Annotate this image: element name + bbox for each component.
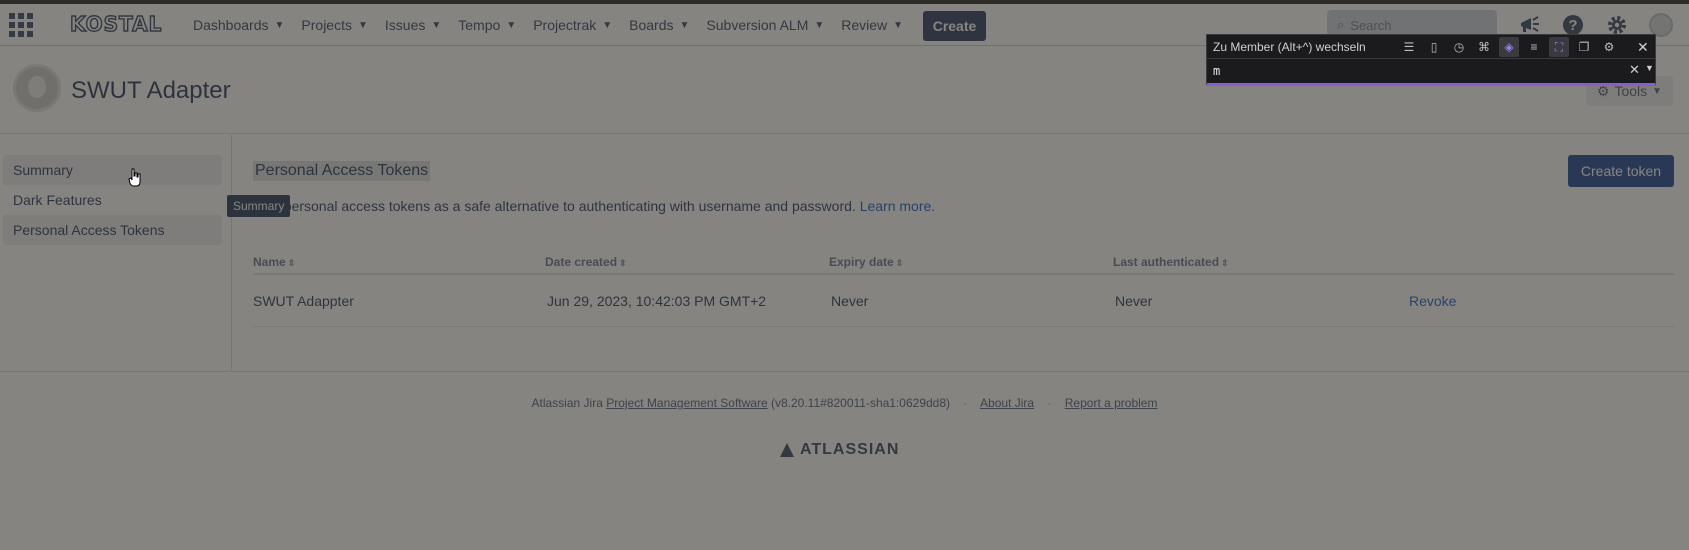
svg-text:?: ? xyxy=(1568,17,1577,34)
chevron-down-icon: ▼ xyxy=(814,19,825,31)
menu-subversion-alm[interactable]: Subversion ALM ▼ xyxy=(706,17,824,33)
chevron-down-icon: ▼ xyxy=(893,19,904,31)
menu-review[interactable]: Review ▼ xyxy=(841,17,903,33)
kostal-logo[interactable]: KOSTAL xyxy=(69,11,162,36)
search-icon: ⌕ xyxy=(1337,17,1345,32)
page-title: SWUT Adapter xyxy=(71,77,231,104)
align-icon[interactable]: ≡ xyxy=(1524,37,1544,57)
frame-icon[interactable]: ⛶ xyxy=(1549,37,1569,57)
sidebar: Summary Dark Features Personal Access To… xyxy=(0,135,232,371)
menu-boards[interactable]: Boards ▼ xyxy=(629,17,689,33)
table-row: SWUT Adappter Jun 29, 2023, 10:42:03 PM … xyxy=(253,277,1674,327)
chevron-down-icon: ▼ xyxy=(1652,85,1663,97)
menu-projectrak[interactable]: Projectrak ▼ xyxy=(533,17,612,33)
token-date-created: Jun 29, 2023, 10:42:03 PM GMT+2 xyxy=(547,293,767,309)
create-button[interactable]: Create xyxy=(923,11,986,41)
list-icon[interactable]: ☰ xyxy=(1399,37,1419,57)
learn-more-link[interactable]: Learn more. xyxy=(860,198,935,214)
token-expiry-date: Never xyxy=(831,293,869,309)
main-menu: Dashboards ▼ Projects ▼ Issues ▼ Tempo ▼ Pro… xyxy=(193,4,920,46)
menu-projects[interactable]: Projects ▼ xyxy=(301,17,367,33)
close-icon[interactable]: ✕ xyxy=(1637,39,1649,56)
column-header-date-created[interactable]: Date created ⇕ xyxy=(545,255,627,269)
create-token-button[interactable]: Create token xyxy=(1568,155,1674,187)
pms-link[interactable]: Project Management Software xyxy=(606,396,767,410)
separator: · xyxy=(963,396,968,410)
menu-projects-label: Projects xyxy=(301,17,352,33)
sidebar-item-label: Personal Access Tokens xyxy=(13,222,165,238)
report-problem-link[interactable]: Report a problem xyxy=(1065,396,1158,410)
atlassian-logo-icon xyxy=(780,443,794,457)
menu-projectrak-label: Projectrak xyxy=(533,17,597,33)
separator: · xyxy=(1047,396,1052,410)
tags-icon[interactable]: ⌘ xyxy=(1474,37,1494,57)
description-text: Use personal access tokens as a safe alt… xyxy=(255,198,856,214)
sort-icon: ⇕ xyxy=(1221,258,1229,268)
menu-tempo-label: Tempo xyxy=(458,17,501,33)
document-icon[interactable]: ▯ xyxy=(1424,37,1444,57)
menu-boards-label: Boards xyxy=(629,17,674,33)
sort-icon: ⇕ xyxy=(619,258,627,268)
app-switcher-icon[interactable] xyxy=(9,13,33,37)
chevron-down-icon: ▼ xyxy=(431,19,442,31)
footer-version: (v8.20.11#820011-sha1:0629dd8) xyxy=(770,396,951,410)
description: Use personal access tokens as a safe alt… xyxy=(255,198,935,214)
atlassian-brand: ATLASSIAN xyxy=(800,441,900,458)
extension-toolbar: ☰ ▯ ◷ ⌘ ◈ ≡ ⛶ ❐ ⚙ xyxy=(1399,37,1624,57)
menu-review-label: Review xyxy=(841,17,888,33)
about-jira-link[interactable]: About Jira xyxy=(980,396,1034,410)
project-avatar xyxy=(13,64,61,112)
extension-panel: Zu Member (Alt+^) wechseln ☰ ▯ ◷ ⌘ ◈ ≡ ⛶… xyxy=(1206,34,1656,86)
tooltip: Summary xyxy=(227,195,291,217)
footer: Atlassian Jira Project Management Softwa… xyxy=(0,371,1689,550)
token-name: SWUT Adappter xyxy=(253,293,354,309)
sidebar-item-dark-features[interactable]: Dark Features xyxy=(3,185,222,215)
column-header-name[interactable]: Name ⇕ xyxy=(253,255,295,269)
clock-icon[interactable]: ◷ xyxy=(1449,37,1469,57)
column-header-label: Last authenticated xyxy=(1113,255,1220,269)
clear-icon[interactable]: ✕ xyxy=(1629,62,1640,78)
column-header-expiry-date[interactable]: Expiry date ⇕ xyxy=(829,255,903,269)
chevron-down-icon[interactable]: ▼ xyxy=(1645,63,1654,73)
sidebar-item-personal-access-tokens[interactable]: Personal Access Tokens xyxy=(3,215,222,245)
extension-title: Zu Member (Alt+^) wechseln xyxy=(1213,40,1366,54)
column-header-last-authenticated[interactable]: Last authenticated ⇕ xyxy=(1113,255,1229,269)
chevron-down-icon: ▼ xyxy=(679,19,690,31)
sidebar-item-summary[interactable]: Summary xyxy=(3,155,222,185)
divider xyxy=(1207,58,1655,59)
search-placeholder: Search xyxy=(1350,17,1392,33)
footer-links: Atlassian Jira Project Management Softwa… xyxy=(0,396,1689,410)
atlassian-logo[interactable]: ATLASSIAN xyxy=(780,441,899,459)
settings-icon[interactable]: ⚙ xyxy=(1599,37,1619,57)
revoke-link[interactable]: Revoke xyxy=(1409,293,1456,309)
extension-search-input[interactable] xyxy=(1213,62,1613,80)
menu-dashboards-label: Dashboards xyxy=(193,17,269,33)
chevron-down-icon: ▼ xyxy=(506,19,517,31)
column-header-label: Name xyxy=(253,255,286,269)
chevron-down-icon: ▼ xyxy=(602,19,613,31)
sort-icon: ⇕ xyxy=(895,258,904,268)
menu-issues[interactable]: Issues ▼ xyxy=(385,17,441,33)
cube-icon[interactable]: ◈ xyxy=(1499,37,1519,57)
chevron-down-icon: ▼ xyxy=(274,19,285,31)
hand-cursor-icon xyxy=(128,168,141,187)
section-title: Personal Access Tokens xyxy=(253,161,431,181)
chevron-down-icon: ▼ xyxy=(357,19,368,31)
column-header-label: Date created xyxy=(545,255,618,269)
footer-prefix: Atlassian Jira xyxy=(531,396,603,410)
menu-tempo[interactable]: Tempo ▼ xyxy=(458,17,516,33)
menu-subversion-alm-label: Subversion ALM xyxy=(706,17,809,33)
token-last-authenticated: Never xyxy=(1115,293,1153,309)
copy-icon[interactable]: ❐ xyxy=(1574,37,1594,57)
sidebar-item-label: Dark Features xyxy=(13,192,102,208)
sidebar-item-label: Summary xyxy=(13,162,73,178)
menu-issues-label: Issues xyxy=(384,17,426,33)
menu-dashboards[interactable]: Dashboards ▼ xyxy=(193,17,284,33)
sort-icon: ⇕ xyxy=(287,258,296,268)
main-content: Personal Access Tokens Create token Use … xyxy=(233,135,1689,371)
table-header: Name ⇕ Date created ⇕ Expiry date ⇕ Last au… xyxy=(253,253,1674,275)
column-header-label: Expiry date xyxy=(829,255,894,269)
